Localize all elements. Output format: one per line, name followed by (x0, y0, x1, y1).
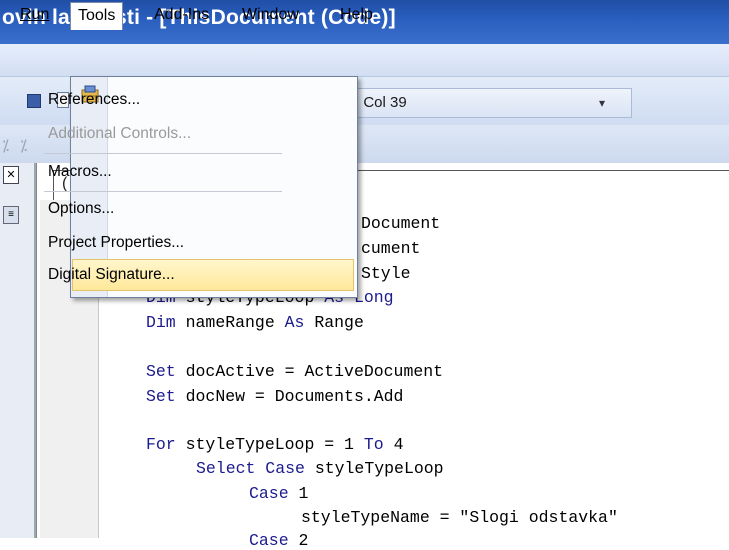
code-line[interactable]: Set docNew = Documents.Add (146, 387, 403, 406)
menu-window-label: Window (242, 6, 299, 23)
keyword: Dim (146, 313, 176, 332)
menu-separator (44, 191, 282, 192)
menu-item-macros[interactable]: Macros... (48, 163, 112, 181)
menu-item-options[interactable]: Options... (48, 200, 114, 218)
keyword: Case (249, 531, 289, 550)
menu-help-label: Help (340, 6, 373, 23)
code-text: styleTypeName = "Slogi odstavka" (301, 508, 618, 527)
code-text: 4 (383, 435, 404, 454)
code-text: Range (304, 313, 364, 332)
toolbar-options-icon[interactable]: ▾ (599, 96, 605, 110)
keyword: Set (146, 387, 176, 406)
menu-run[interactable]: Run (20, 6, 49, 24)
menu-item-label: Options... (48, 200, 115, 217)
code-text: Document (361, 214, 441, 233)
menu-addins[interactable]: Add-Ins (154, 6, 209, 24)
position-status: , Col 39 (355, 94, 407, 111)
menu-item-label: Project Properties... (48, 234, 185, 251)
code-line[interactable]: For styleTypeLoop = 1 To 4 (146, 435, 403, 454)
code-text: 2 (288, 531, 309, 550)
menu-item-references[interactable]: References... (48, 91, 140, 109)
code-line[interactable]: Document (361, 214, 440, 233)
menu-run-label: Run (20, 6, 50, 23)
menu-tools[interactable]: Tools (70, 2, 124, 30)
code-line[interactable]: styleTypeName = "Slogi odstavka" (301, 508, 618, 527)
code-text: nameRange (175, 313, 285, 332)
code-text: Style (361, 264, 411, 283)
menu-item-label: References... (48, 91, 141, 108)
code-text: 1 (288, 484, 309, 503)
menu-item-additional-controls[interactable]: Additional Controls... (48, 125, 191, 143)
code-text: styleTypeLoop (304, 459, 444, 478)
code-text: cument (361, 239, 421, 258)
code-text: docActive = ActiveDocument (175, 362, 444, 381)
menu-bar (0, 44, 729, 77)
keyword: For (146, 435, 176, 454)
procedure-view-icon[interactable]: ≡ (3, 206, 19, 224)
keyword: Set (146, 362, 176, 381)
code-line[interactable]: Dim nameRange As Range (146, 313, 364, 332)
menu-addins-label: Add-Ins (154, 6, 210, 23)
code-text: styleTypeLoop = 1 (175, 435, 364, 454)
code-line[interactable]: Set docActive = ActiveDocument (146, 362, 443, 381)
comment-block-icon[interactable]: ⁒ (2, 136, 9, 156)
menu-item-digital-signature[interactable]: Digital Signature... (48, 266, 175, 284)
close-pane-icon[interactable]: ✕ (3, 166, 19, 184)
position-status-box: , Col 39 (340, 88, 632, 118)
menu-item-label: Digital Signature... (48, 266, 175, 283)
code-line[interactable]: Case 1 (249, 484, 308, 503)
keyword: As (284, 313, 305, 332)
menu-tools-label: Tools (78, 7, 116, 24)
stop-icon[interactable] (27, 94, 41, 108)
menu-item-label: Macros... (48, 163, 112, 180)
menu-window[interactable]: Window (242, 6, 299, 24)
code-line[interactable]: Case 2 (249, 531, 308, 550)
keyword: To (363, 435, 384, 454)
code-line[interactable]: cument (361, 239, 420, 258)
menu-separator (44, 153, 282, 154)
uncomment-block-icon[interactable]: ⁒ (20, 136, 27, 156)
code-line[interactable]: Select Case styleTypeLoop (196, 459, 444, 478)
code-line[interactable]: Style (361, 264, 411, 283)
code-text: docNew = Documents.Add (175, 387, 404, 406)
menu-item-label: Additional Controls... (48, 125, 192, 142)
keyword: Case (249, 484, 289, 503)
keyword: Select Case (196, 459, 305, 478)
menu-help[interactable]: Help (340, 6, 373, 24)
menu-item-project-properties[interactable]: Project Properties... (48, 234, 184, 252)
